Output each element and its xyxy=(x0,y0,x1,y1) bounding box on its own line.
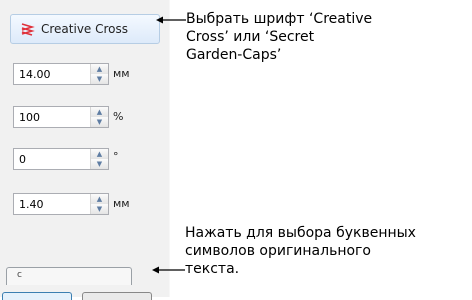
callout-arrow-letters xyxy=(152,266,185,274)
callout-letter-selection: Нажать для выбора буквенных символов ори… xyxy=(185,225,416,277)
callout-font-choice: Выбрать шрифт ‘Creative Cross’ или ‘Secr… xyxy=(186,11,373,63)
callout-arrow-font xyxy=(156,16,186,24)
